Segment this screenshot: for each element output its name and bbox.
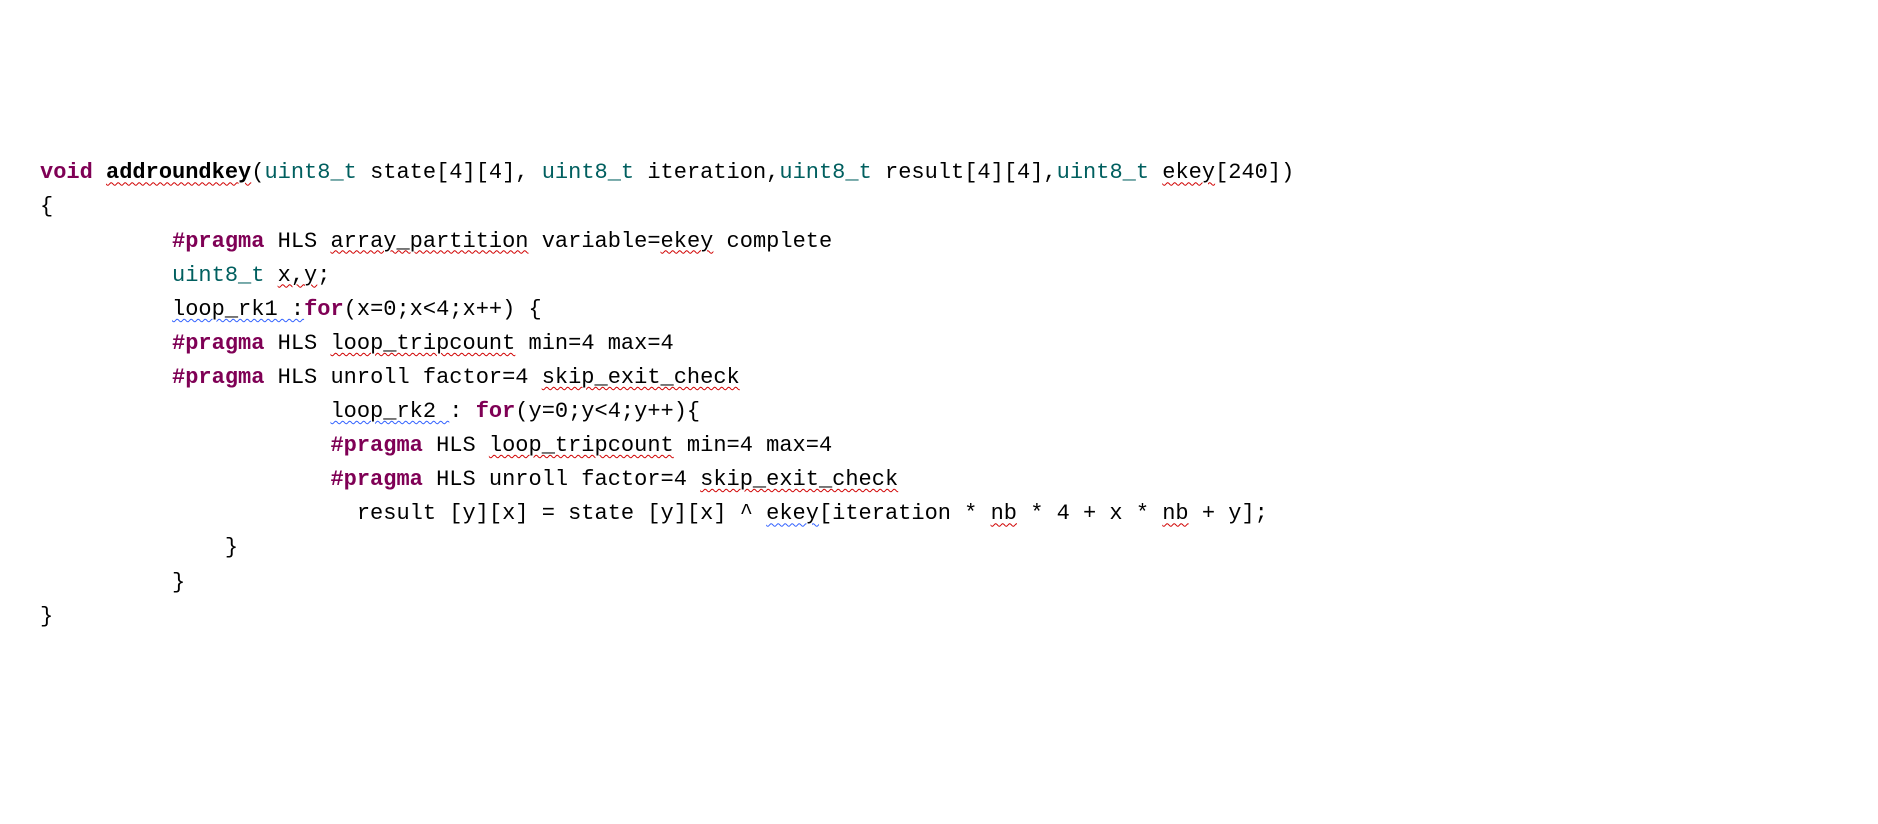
indent [40, 229, 172, 254]
ident-nb: nb [1162, 501, 1188, 526]
pragma: #pragma [330, 467, 422, 492]
indent [40, 297, 172, 322]
space [264, 263, 277, 288]
text: HLS unroll factor=4 [423, 467, 700, 492]
text: HLS [264, 331, 330, 356]
ident-xy: x,y [278, 263, 318, 288]
text: complete [713, 229, 832, 254]
ident-ekey: ekey [1162, 160, 1215, 185]
ident-ekey: ekey [661, 229, 714, 254]
param: [240]) [1215, 160, 1294, 185]
colon: : [449, 399, 475, 424]
pragma-arg: skip_exit_check [700, 467, 898, 492]
text: HLS [423, 433, 489, 458]
indent [40, 501, 357, 526]
label: loop_rk1 : [172, 297, 304, 322]
pragma-arg: loop_tripcount [489, 433, 674, 458]
type-uint8: uint8_t [264, 160, 356, 185]
indent [40, 467, 330, 492]
type-uint8: uint8_t [542, 160, 634, 185]
text: HLS [264, 229, 330, 254]
keyword-void: void [40, 160, 93, 185]
param: result[4][4], [872, 160, 1057, 185]
code-block: void addroundkey(uint8_t state[4][4], ui… [40, 156, 1838, 633]
ident-ekey: ekey [766, 501, 819, 526]
indent [40, 433, 330, 458]
pragma: #pragma [172, 229, 264, 254]
pragma: #pragma [172, 331, 264, 356]
stmt: [iteration * [819, 501, 991, 526]
text: (y=0;y<4;y++){ [515, 399, 700, 424]
text: min=4 max=4 [515, 331, 673, 356]
indent [40, 399, 330, 424]
text: min=4 max=4 [674, 433, 832, 458]
brace: { [40, 194, 53, 219]
keyword-for: for [304, 297, 344, 322]
indent [40, 263, 172, 288]
type-uint8: uint8_t [172, 263, 264, 288]
indent [40, 535, 225, 560]
text: variable= [529, 229, 661, 254]
pragma-arg: array_partition [330, 229, 528, 254]
label: loop_rk2 [330, 399, 449, 424]
indent [40, 331, 172, 356]
brace: } [172, 570, 185, 595]
brace: } [40, 604, 53, 629]
type-uint8: uint8_t [1057, 160, 1149, 185]
indent [40, 365, 172, 390]
param: state[4][4], [357, 160, 542, 185]
pragma-arg: skip_exit_check [542, 365, 740, 390]
ident-nb: nb [991, 501, 1017, 526]
text: HLS unroll factor=4 [264, 365, 541, 390]
brace: } [225, 535, 238, 560]
fn-name: addroundkey [106, 160, 251, 185]
keyword-for: for [476, 399, 516, 424]
indent [40, 570, 172, 595]
semi: ; [317, 263, 330, 288]
pragma: #pragma [172, 365, 264, 390]
stmt: + y]; [1189, 501, 1268, 526]
type-uint8: uint8_t [779, 160, 871, 185]
stmt: result [y][x] = state [y][x] ^ [357, 501, 766, 526]
pragma-arg: loop_tripcount [330, 331, 515, 356]
stmt: * 4 + x * [1017, 501, 1162, 526]
param: iteration, [634, 160, 779, 185]
text: (x=0;x<4;x++) { [344, 297, 542, 322]
pragma: #pragma [330, 433, 422, 458]
